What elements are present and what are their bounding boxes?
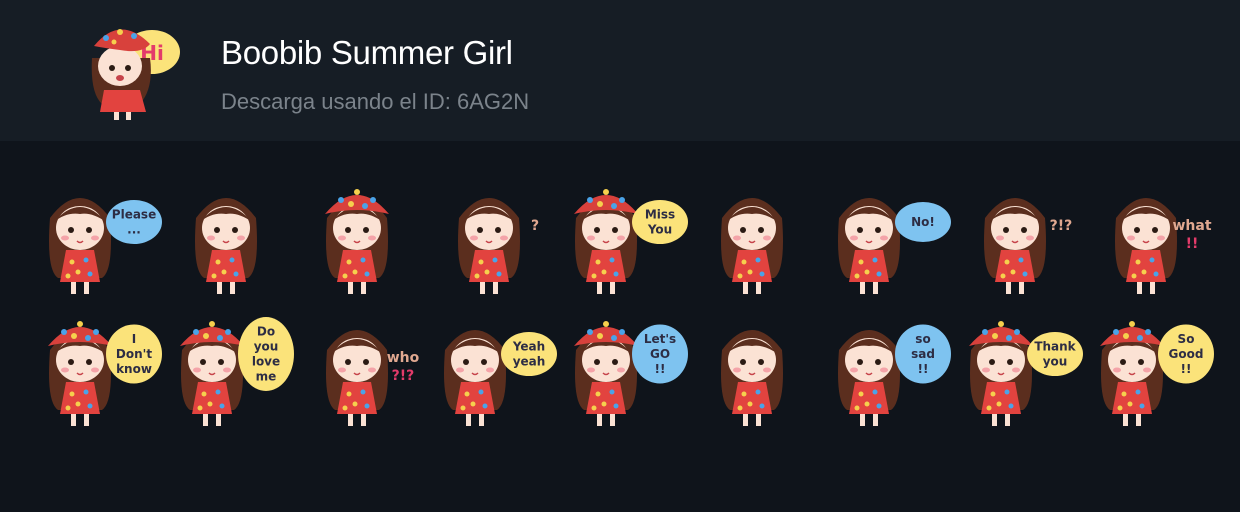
sticker-grid: Please...? Miss You No!?!? what!! I Don't know D… xyxy=(36,170,1214,432)
sticker-caption: !! xyxy=(918,362,929,376)
sticker-caption: GO xyxy=(650,347,670,361)
sticker-image: what!! xyxy=(1115,198,1212,294)
sticker-caption: ?!? xyxy=(1049,218,1072,234)
sticker-thank-you[interactable]: Thank you xyxy=(957,302,1087,432)
sticker-caption: know xyxy=(116,362,152,376)
sticker-what[interactable]: what!! xyxy=(1088,170,1218,300)
pack-header: Hi Boobib Summer Girl Descarga usando el… xyxy=(0,0,1240,141)
sticker-image: Yeahyeah xyxy=(443,330,557,426)
sticker-so-sad[interactable]: so sad!! xyxy=(825,302,955,432)
sticker-image xyxy=(325,189,389,294)
sticker-shocked[interactable] xyxy=(168,170,298,300)
sticker-image: MissYou xyxy=(574,189,688,294)
sticker-sigh[interactable] xyxy=(694,170,824,300)
sticker-caption: !! xyxy=(655,362,666,376)
sticker-caption: love xyxy=(251,355,279,369)
sticker-image: Let'sGO!! xyxy=(574,321,688,426)
sticker-caption: sad xyxy=(911,347,935,361)
sticker-image xyxy=(720,330,783,426)
sticker-caption: !! xyxy=(1186,236,1199,252)
pack-download-id: Descarga usando el ID: 6AG2N xyxy=(221,89,530,114)
sticker-lets-go[interactable]: Let's GO!! xyxy=(562,302,692,432)
sticker-image xyxy=(194,198,257,294)
sticker-please[interactable]: Please... xyxy=(36,170,166,300)
sticker-caption: you xyxy=(253,340,278,354)
sticker-yeah-yeah[interactable]: Yeah yeah xyxy=(431,302,561,432)
sticker-image: ? xyxy=(457,198,539,294)
sticker-caption: Yeah xyxy=(511,340,544,354)
sticker-image: IDon'tknow xyxy=(48,321,162,426)
sticker-image: sosad!! xyxy=(838,324,951,426)
sticker-caption: me xyxy=(255,370,276,384)
sticker-miss-you[interactable]: Miss You xyxy=(562,170,692,300)
sticker-caption: ... xyxy=(127,223,141,237)
sticker-who[interactable]: who?!? xyxy=(299,302,429,432)
sticker-caption: Please xyxy=(112,208,156,222)
sticker-caption: !! xyxy=(1181,362,1192,376)
sticker-question[interactable]: ? xyxy=(431,170,561,300)
sticker-caption: Thank xyxy=(1034,340,1076,354)
sticker-image: ?!? xyxy=(983,198,1072,294)
sticker-annoyed-hat[interactable] xyxy=(299,170,429,300)
sticker-caption: Let's xyxy=(644,332,676,346)
sticker-do-you-love-me[interactable]: Do you love me xyxy=(168,302,298,432)
sticker-pack-icon: Hi xyxy=(80,18,190,122)
sticker-caption: yeah xyxy=(512,355,545,369)
sticker-caption: who xyxy=(387,350,420,366)
sticker-image xyxy=(720,198,783,294)
sticker-image: Please... xyxy=(49,198,162,294)
sticker-caption: Do xyxy=(256,325,274,339)
pack-title: Boobib Summer Girl xyxy=(221,34,513,71)
sticker-caption: Good xyxy=(1169,347,1204,361)
sticker-image: Thankyou xyxy=(968,321,1083,426)
sticker-confused[interactable]: ?!? xyxy=(957,170,1087,300)
sticker-image: No! xyxy=(838,198,951,294)
sticker-caption: So xyxy=(1178,332,1195,346)
sticker-caption: so xyxy=(915,332,930,346)
sticker-caption: you xyxy=(1042,355,1067,369)
sticker-caption: Miss xyxy=(645,208,675,222)
sticker-caption: No! xyxy=(911,215,935,229)
sticker-caption: I xyxy=(132,332,136,346)
sticker-caption: what xyxy=(1172,218,1211,234)
sticker-so-good[interactable]: So Good!! xyxy=(1088,302,1218,432)
sticker-caption: You xyxy=(647,223,672,237)
sticker-caption: ? xyxy=(530,218,538,234)
sticker-i-dont-know[interactable]: I Don't know xyxy=(36,302,166,432)
sticker-caption: Don't xyxy=(116,347,152,361)
sticker-image: SoGood!! xyxy=(1100,321,1214,426)
sticker-caption: ?!? xyxy=(392,368,415,384)
sticker-image: who?!? xyxy=(326,330,420,426)
sticker-no[interactable]: No! xyxy=(825,170,955,300)
sticker-image: Doyouloveme xyxy=(179,317,294,426)
sticker-crying[interactable] xyxy=(694,302,824,432)
